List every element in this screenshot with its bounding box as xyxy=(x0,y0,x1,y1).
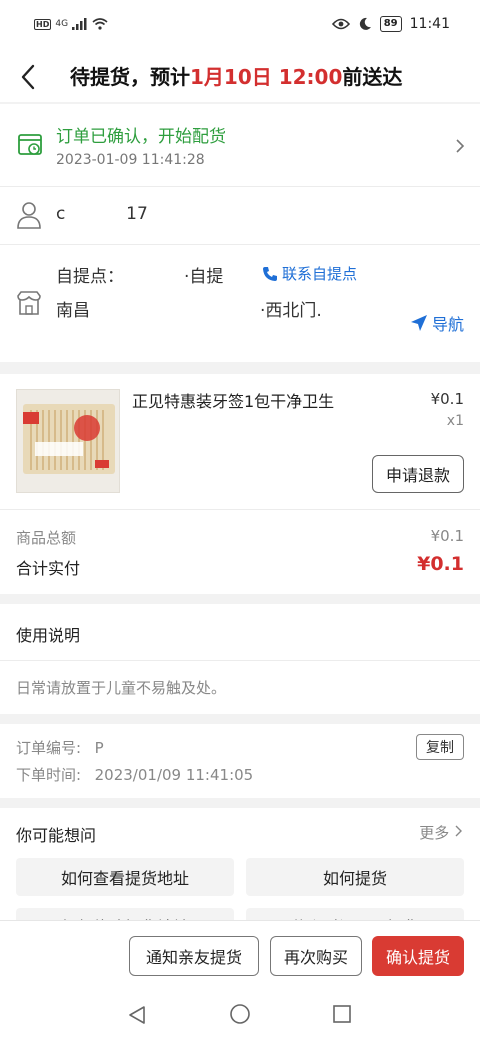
order-time-value: 2023/01/09 11:41:05 xyxy=(94,766,254,784)
status-bar: HD 4G 89 11:41 xyxy=(0,0,480,52)
title-suffix: 前送达 xyxy=(342,65,403,89)
nav-back-icon[interactable] xyxy=(126,1004,148,1026)
navigate-button[interactable]: 导航 xyxy=(410,311,464,335)
contact-pickup-label: 联系自提点 xyxy=(282,265,358,283)
navigation-arrow-icon xyxy=(410,315,427,331)
copy-order-number-button[interactable]: 复制 xyxy=(416,734,464,760)
nav-home-icon[interactable] xyxy=(229,1003,251,1025)
eye-icon xyxy=(331,18,350,30)
network-label: 4G xyxy=(55,19,69,29)
phone-icon xyxy=(263,266,277,281)
faq-more-link[interactable]: 更多 xyxy=(419,822,464,843)
faq-item[interactable]: 如何查看提货地址 xyxy=(16,858,234,896)
delivery-info-card: 订单已确认，开始配货 2023-01-09 11:41:28 xyxy=(0,104,480,362)
faq-more-label: 更多 xyxy=(419,824,450,842)
pickup-address-end: ·西北门. xyxy=(260,301,322,321)
status-bar-right: 89 11:41 xyxy=(331,16,450,32)
faq-item[interactable]: 如何提货 xyxy=(246,858,464,896)
divider xyxy=(0,186,480,187)
back-arrow-icon[interactable] xyxy=(14,60,44,94)
order-number-label: 订单编号: xyxy=(16,739,82,757)
product-quantity: x1 xyxy=(446,413,464,429)
title-prefix: 待提货，预计 xyxy=(70,65,190,89)
faq-item[interactable]: 什么时间可以提货 xyxy=(246,908,464,920)
product-name[interactable]: 正见特惠装牙签1包干净卫生 xyxy=(132,390,352,413)
goods-total-value: ¥0.1 xyxy=(430,527,464,545)
order-time: 下单时间: 2023/01/09 11:41:05 xyxy=(16,764,253,785)
divider xyxy=(0,509,480,510)
order-number: 订单编号: P xyxy=(16,737,104,758)
toothpick-package-image xyxy=(23,404,115,474)
faq-overflow-row: 如何修改提货地址 什么时间可以提货 xyxy=(0,904,480,920)
notify-friends-button[interactable]: 通知亲友提货 xyxy=(129,936,259,976)
recipient-name: c xyxy=(56,204,66,224)
clock: 11:41 xyxy=(409,16,450,32)
paid-total-value: ¥0.1 xyxy=(417,553,464,575)
nav-recents-icon[interactable] xyxy=(332,1004,352,1024)
signal-icon xyxy=(72,18,87,30)
order-status-row[interactable]: 订单已确认，开始配货 2023-01-09 11:41:28 xyxy=(0,104,480,186)
rebuy-button[interactable]: 再次购买 xyxy=(270,936,362,976)
faq-title: 你可能想问 xyxy=(16,826,97,845)
divider xyxy=(0,660,480,661)
paid-total-label: 合计实付 xyxy=(16,559,81,578)
status-bar-left: HD 4G xyxy=(34,18,108,30)
page-title: 待提货，预计1月10日 12:00前送达 xyxy=(70,61,402,90)
moon-icon xyxy=(359,17,371,30)
page-header: 待提货，预计1月10日 12:00前送达 xyxy=(0,52,480,102)
refund-button[interactable]: 申请退款 xyxy=(372,455,464,493)
instructions-text: 日常请放置于儿童不易触及处。 xyxy=(16,679,227,697)
faq-item[interactable]: 如何修改提货地址 xyxy=(16,908,234,920)
wifi-icon xyxy=(92,18,108,30)
confirm-pickup-button[interactable]: 确认提货 xyxy=(372,936,464,976)
order-number-value: P xyxy=(94,739,104,757)
store-icon xyxy=(17,291,41,315)
pickup-point: 自提点： ·自提 xyxy=(56,262,223,287)
product-thumbnail[interactable] xyxy=(16,389,120,493)
recipient-phone: 17 xyxy=(126,204,148,224)
order-calendar-icon xyxy=(18,134,42,155)
contact-pickup-link[interactable]: 联系自提点 xyxy=(262,263,357,284)
pickup-label-tail: ·自提 xyxy=(184,267,224,287)
title-date: 1月10日 12:00 xyxy=(190,65,343,89)
instructions-title: 使用说明 xyxy=(16,626,81,645)
recipient-info: c 17 xyxy=(56,204,148,224)
divider xyxy=(0,244,480,245)
pickup-label: 自提点： xyxy=(56,267,124,287)
order-status-time: 2023-01-09 11:41:28 xyxy=(56,152,205,168)
pickup-address: 南昌 ·西北门. xyxy=(56,296,322,321)
hd-badge: HD xyxy=(34,18,52,30)
battery-indicator: 89 xyxy=(379,16,402,32)
navigate-label: 导航 xyxy=(431,315,464,334)
system-navigation-bar xyxy=(0,988,480,1040)
person-icon xyxy=(17,202,41,229)
product-price: ¥0.1 xyxy=(430,390,464,408)
order-status-text: 订单已确认，开始配货 xyxy=(56,127,226,147)
pickup-address-start: 南昌 xyxy=(56,301,90,321)
bottom-action-bar: 通知亲友提货 再次购买 确认提货 xyxy=(0,920,480,988)
chevron-right-icon xyxy=(455,825,462,837)
chevron-right-icon xyxy=(456,139,465,153)
goods-total-label: 商品总额 xyxy=(16,529,77,547)
order-info-card xyxy=(0,724,480,798)
order-time-label: 下单时间: xyxy=(16,766,82,784)
